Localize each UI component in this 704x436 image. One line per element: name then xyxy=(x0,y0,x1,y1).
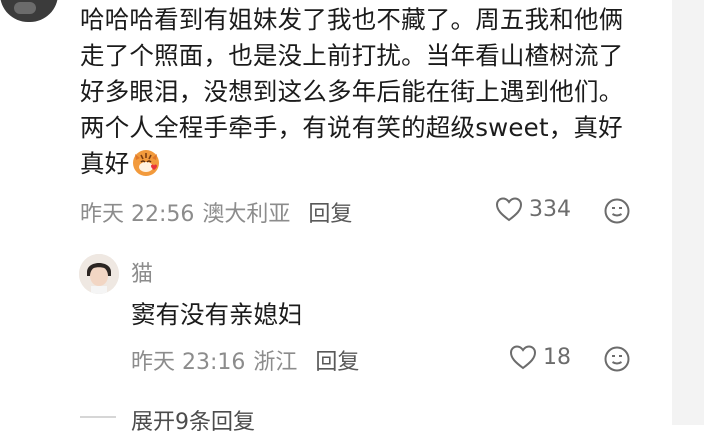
reply-reply-button[interactable]: 回复 xyxy=(315,344,359,376)
like-count: 334 xyxy=(529,196,571,222)
reply-body: 窦有没有亲媳妇 xyxy=(131,300,303,329)
reply-username[interactable]: 猫 xyxy=(131,256,153,288)
comment-meta: 昨天 22:56 澳大利亚 回复 xyxy=(80,196,352,228)
reply-user-avatar[interactable] xyxy=(79,254,119,294)
heart-icon xyxy=(509,345,537,370)
comment-body: 哈哈哈看到有姐妹发了我也不藏了。周五我和他俩走了个照面，也是没上前打扰。当年看山… xyxy=(80,2,640,182)
reply-like-button[interactable]: 18 xyxy=(509,344,571,370)
emoji-reaction-icon[interactable] xyxy=(604,198,630,224)
tiger-heart-emoji-icon xyxy=(131,148,161,178)
commenter-avatar[interactable] xyxy=(0,0,58,22)
emoji-reaction-icon[interactable] xyxy=(604,346,630,372)
comment-location: 澳大利亚 xyxy=(202,202,291,227)
scroll-margin xyxy=(672,0,704,425)
reply-meta: 昨天 23:16 浙江 回复 xyxy=(131,344,359,376)
comment-text: 哈哈哈看到有姐妹发了我也不藏了。周五我和他俩走了个照面，也是没上前打扰。当年看山… xyxy=(80,5,624,178)
reply-button[interactable]: 回复 xyxy=(308,196,352,228)
divider-line xyxy=(80,416,116,418)
heart-icon xyxy=(495,197,523,222)
like-button[interactable]: 334 xyxy=(495,196,571,222)
comment-time: 昨天 22:56 xyxy=(80,202,195,227)
expand-replies-button[interactable]: 展开9条回复 xyxy=(131,404,255,436)
reply-time: 昨天 23:16 xyxy=(131,350,246,375)
reply-location: 浙江 xyxy=(253,350,298,375)
reply-like-count: 18 xyxy=(543,344,571,370)
